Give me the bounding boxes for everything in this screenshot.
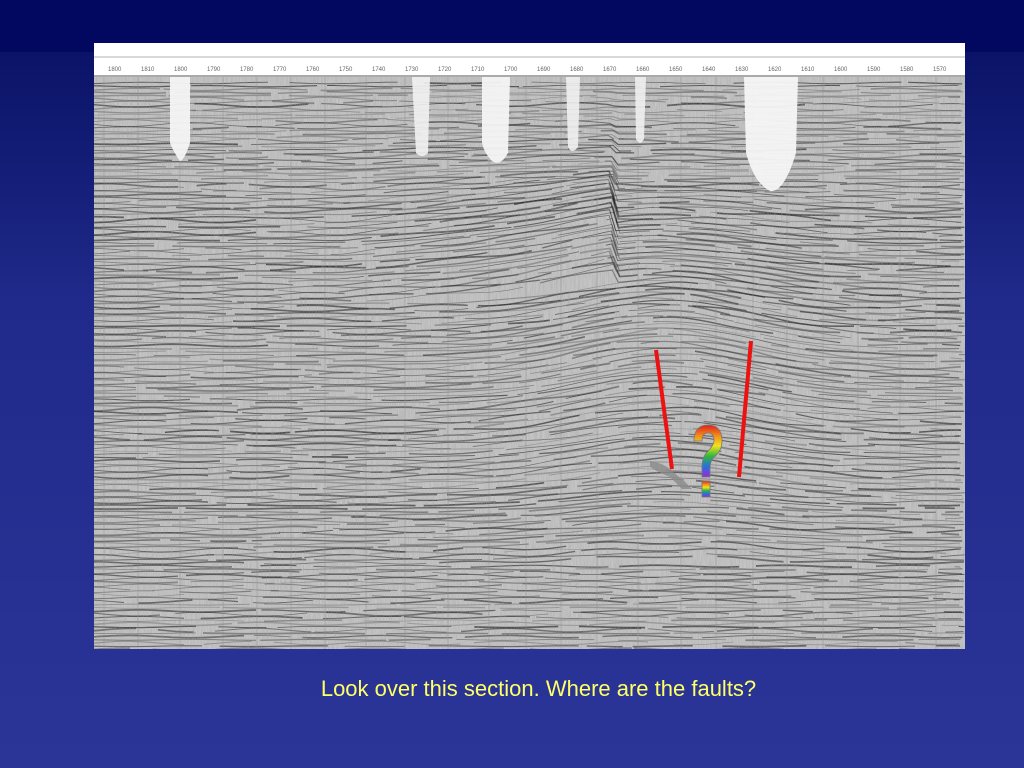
shotpoint-label: 1810	[141, 67, 155, 73]
mute-zone	[170, 77, 190, 161]
shotpoint-label: 1690	[537, 67, 551, 73]
shotpoint-label: 1750	[339, 67, 353, 73]
shotpoint-label: 1800	[174, 67, 188, 73]
shotpoint-label: 1730	[405, 67, 419, 73]
shotpoint-label: 1780	[240, 67, 254, 73]
shotpoint-label: 1670	[603, 67, 617, 73]
shotpoint-label: 1770	[273, 67, 287, 73]
shotpoint-label: 1790	[207, 67, 221, 73]
mute-zone	[482, 77, 510, 163]
shotpoint-label: 1650	[669, 67, 683, 73]
shotpoint-label: 1570	[933, 67, 947, 73]
shotpoint-label: 1640	[702, 67, 716, 73]
shotpoint-label: 1590	[867, 67, 881, 73]
shotpoint-label: 1760	[306, 67, 320, 73]
seismic-section: 1800 1810 1800 1790 1780 1770 1760 1750 1740 1730…	[94, 43, 965, 649]
shotpoint-label: 1620	[768, 67, 782, 73]
shotpoint-label: 1600	[834, 67, 848, 73]
slide-caption: Look over this section. Where are the fa…	[320, 676, 757, 701]
shotpoint-label: 1580	[900, 67, 914, 73]
shotpoint-label: 1680	[570, 67, 584, 73]
shotpoint-label: 1610	[801, 67, 815, 73]
shotpoint-label: 1720	[438, 67, 452, 73]
noise-texture	[94, 43, 965, 649]
seismic-image: 1800 1810 1800 1790 1780 1770 1760 1750 1740 1730…	[94, 43, 965, 649]
shotpoint-label: 1630	[735, 67, 749, 73]
shotpoint-label: 1800	[108, 67, 122, 73]
shotpoint-label: 1700	[504, 67, 518, 73]
shotpoint-label: 1710	[471, 67, 485, 73]
shotpoint-label: 1740	[372, 67, 386, 73]
shotpoint-header: 1800 1810 1800 1790 1780 1770 1760 1750 1740 1730…	[94, 43, 965, 77]
shotpoint-label: 1660	[636, 67, 650, 73]
mute-zone	[566, 77, 580, 151]
